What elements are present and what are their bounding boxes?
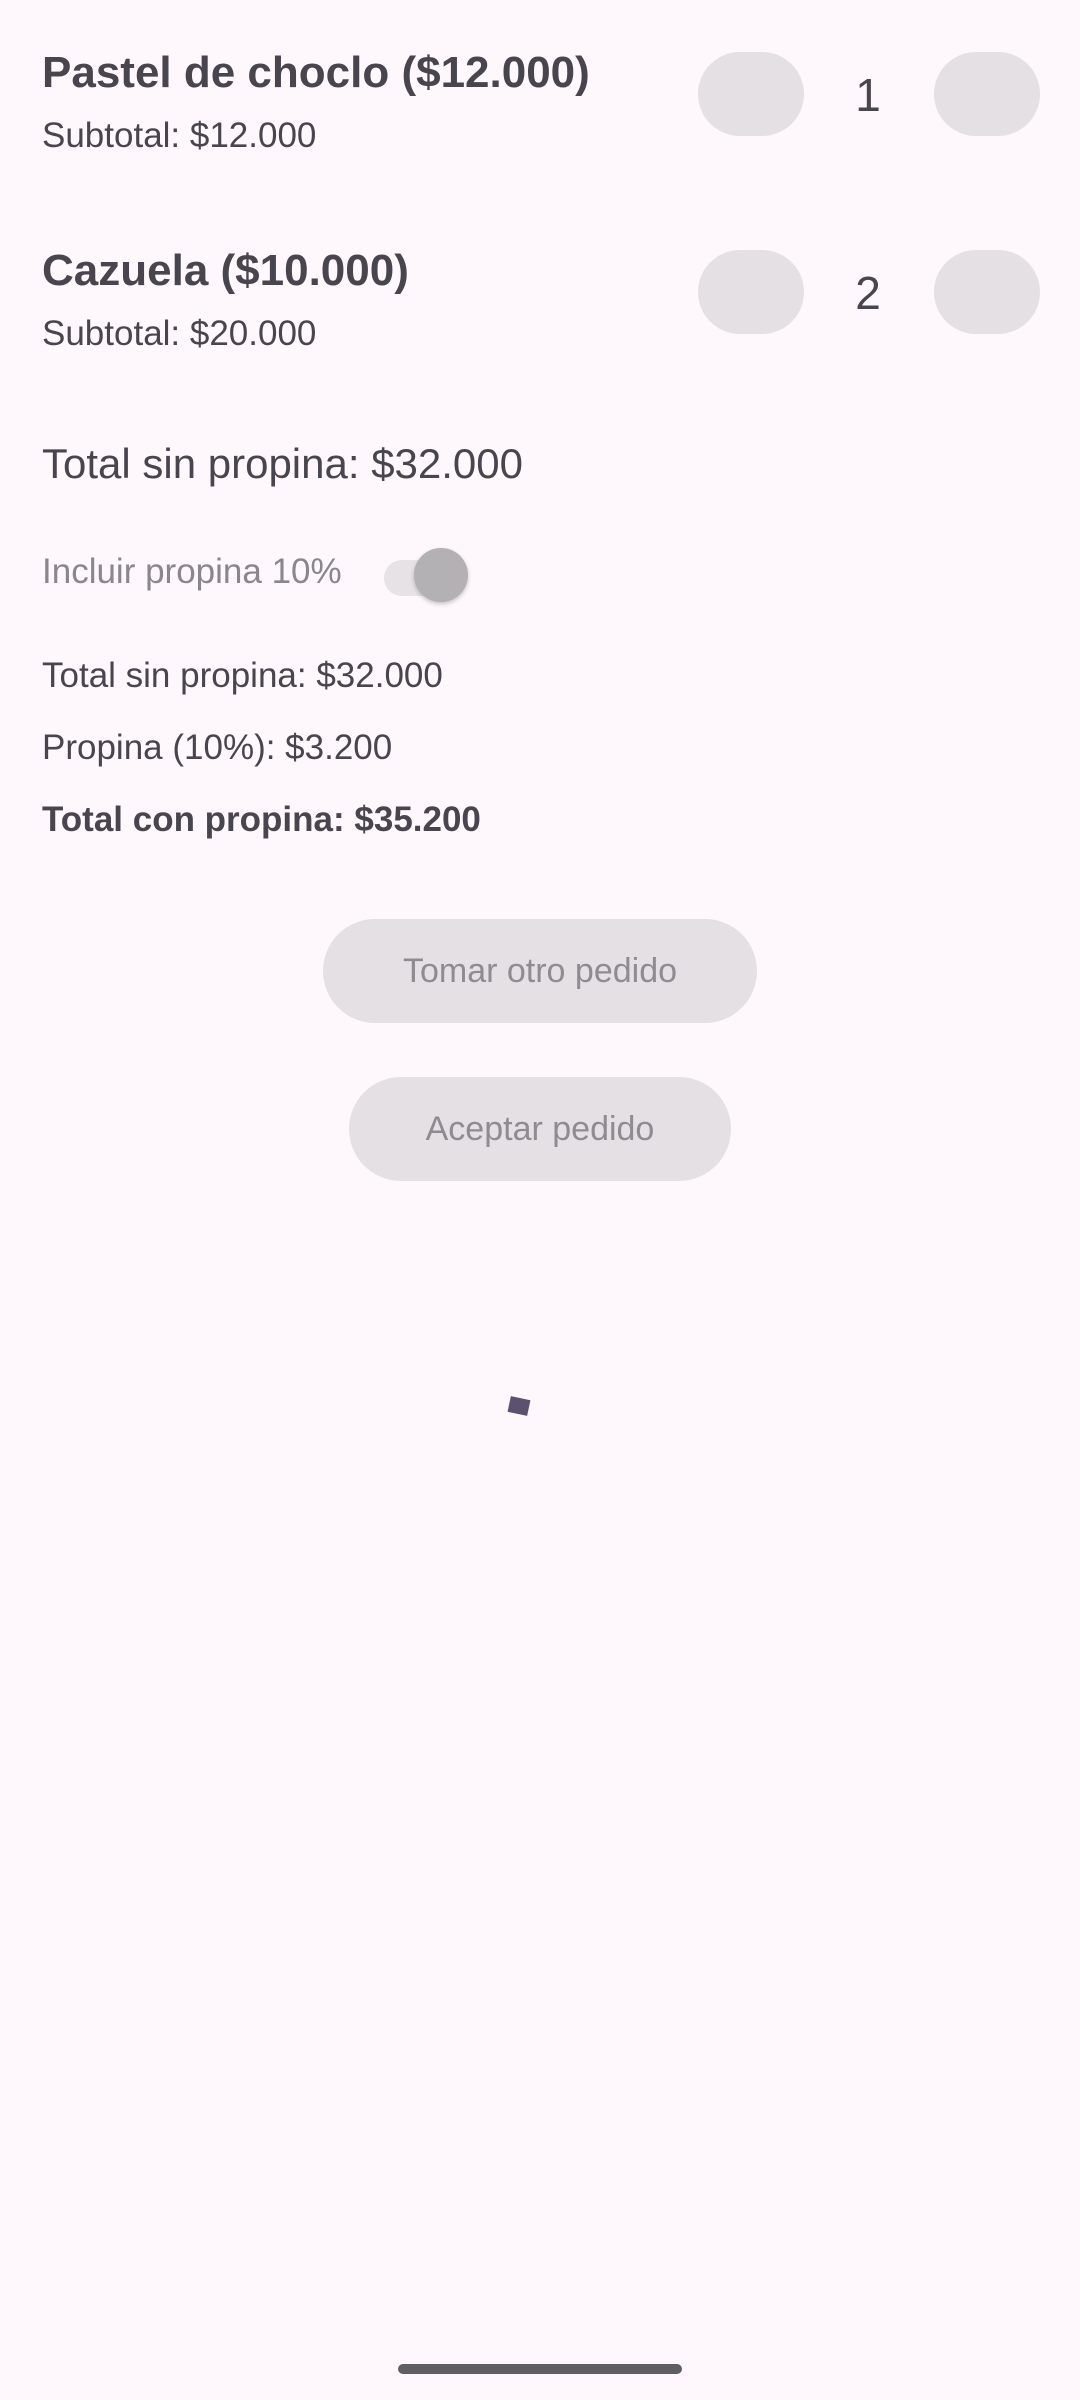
- tip-toggle-switch[interactable]: [382, 548, 468, 602]
- decrease-quantity-button[interactable]: [698, 52, 804, 136]
- increase-quantity-button[interactable]: [934, 52, 1040, 136]
- summary-total-with-tip: Total con propina: $35.200: [42, 800, 481, 839]
- decrease-quantity-button[interactable]: [698, 250, 804, 334]
- home-gesture-bar[interactable]: [398, 2364, 682, 2374]
- summary-tip-amount: Propina (10%): $3.200: [42, 728, 393, 767]
- accept-order-button[interactable]: Aceptar pedido: [349, 1077, 731, 1181]
- item-name: Pastel de choclo ($12.000): [42, 48, 590, 97]
- item-name: Cazuela ($10.000): [42, 246, 409, 295]
- order-item: Pastel de choclo ($12.000) Subtotal: $12…: [42, 48, 590, 156]
- new-order-button[interactable]: Tomar otro pedido: [323, 919, 757, 1023]
- item-quantity: 1: [855, 69, 881, 121]
- item-quantity: 2: [855, 267, 881, 319]
- switch-thumb: [414, 548, 468, 602]
- loading-spinner: [507, 1396, 531, 1416]
- item-subtotal: Subtotal: $20.000: [42, 314, 317, 353]
- increase-quantity-button[interactable]: [934, 250, 1040, 334]
- order-summary-screen: Pastel de choclo ($12.000) Subtotal: $12…: [0, 0, 1080, 2400]
- tip-toggle-label: Incluir propina 10%: [42, 552, 342, 591]
- item-subtotal: Subtotal: $12.000: [42, 116, 317, 155]
- summary-total-without-tip: Total sin propina: $32.000: [42, 656, 443, 695]
- total-without-tip: Total sin propina: $32.000: [42, 440, 524, 487]
- order-item: Cazuela ($10.000) Subtotal: $20.000: [42, 246, 409, 354]
